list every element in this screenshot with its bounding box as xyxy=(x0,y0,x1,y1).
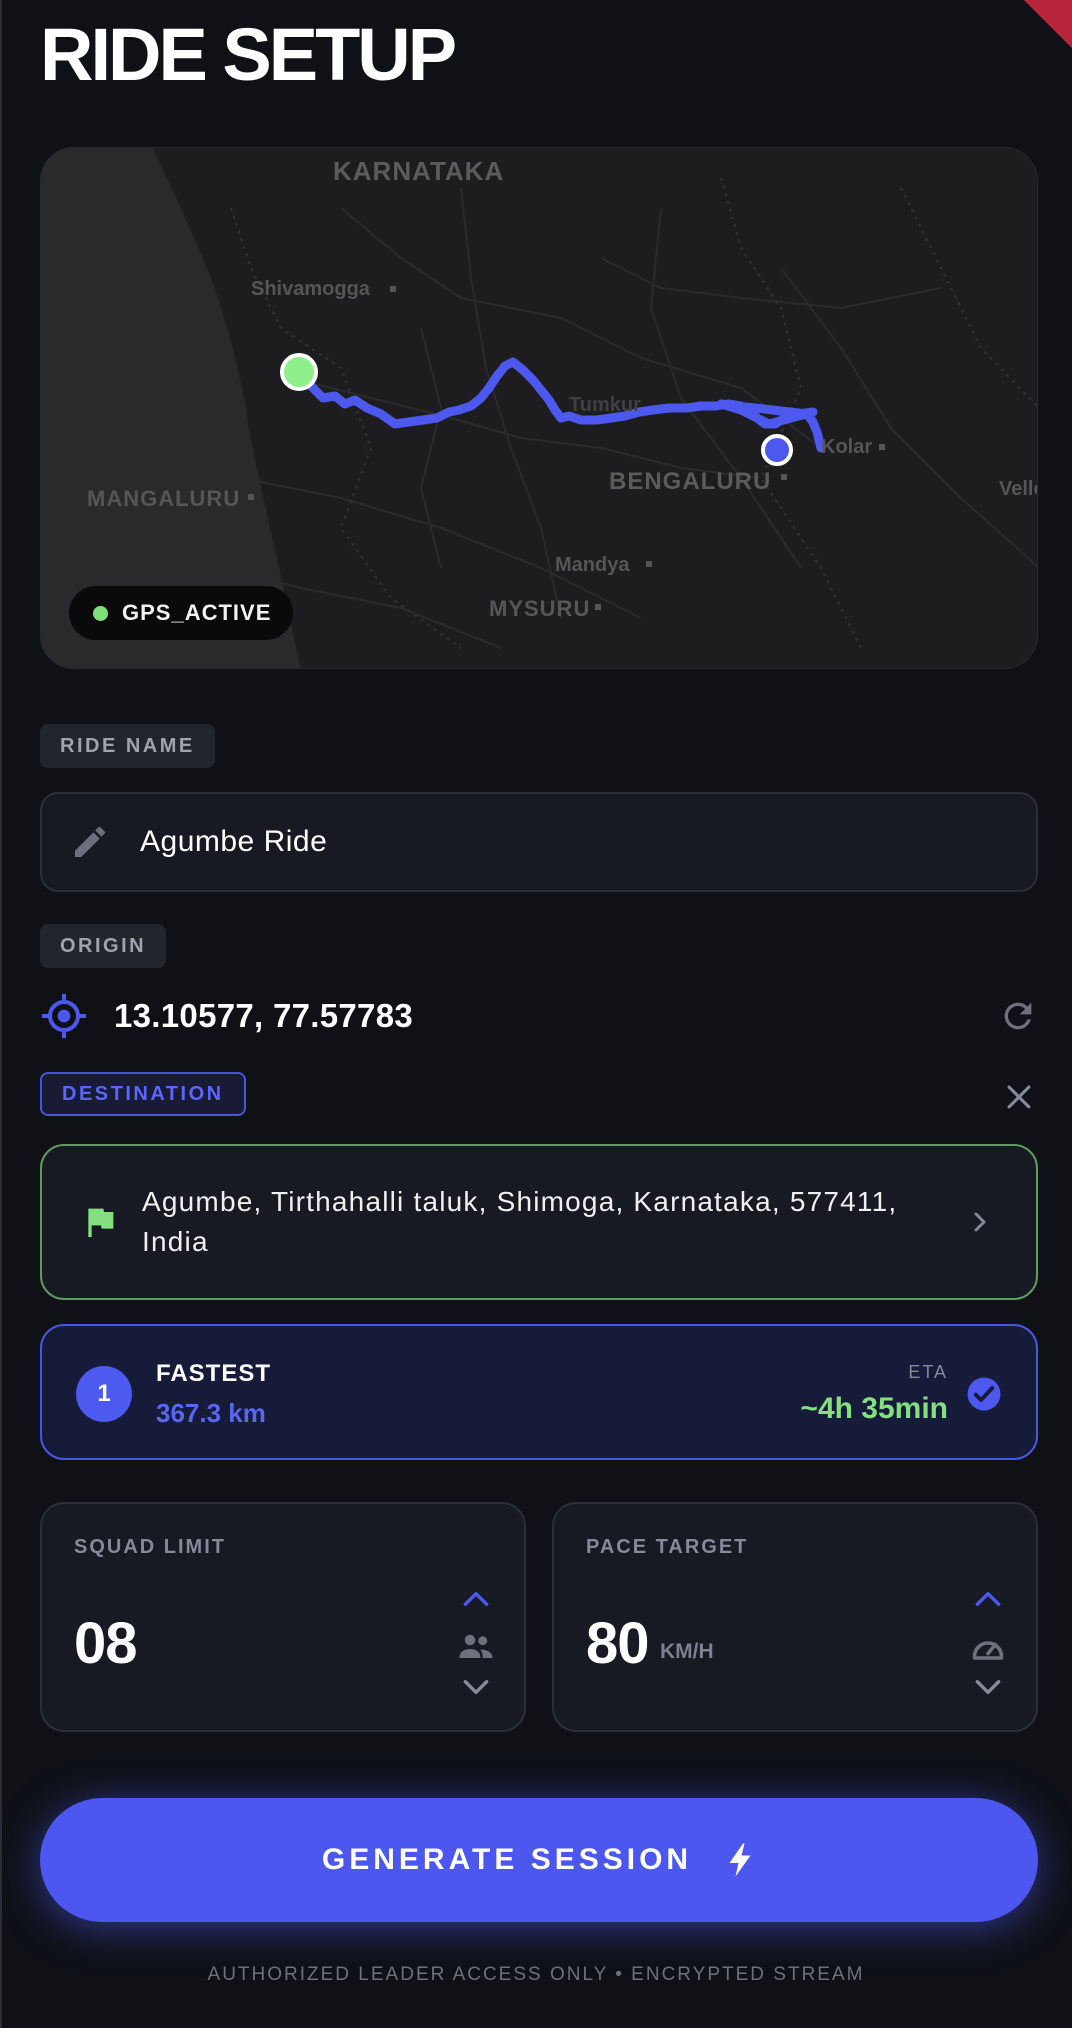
map-label-mysuru: MYSURU xyxy=(489,596,591,621)
gps-status-badge: GPS_ACTIVE xyxy=(69,586,294,640)
ride-name-field[interactable] xyxy=(40,792,1038,892)
pace-target-increase-button[interactable] xyxy=(972,1586,1004,1612)
flag-icon xyxy=(88,1208,114,1237)
eta-label: ETA xyxy=(908,1362,948,1382)
map-label-kolar: Kolar xyxy=(821,436,873,458)
pencil-icon xyxy=(75,826,106,857)
squad-limit-card: SQUAD LIMIT 08 xyxy=(40,1502,526,1732)
window-edge xyxy=(0,0,2,2028)
pace-target-card: PACE TARGET 80 KM/H xyxy=(552,1502,1038,1732)
pace-target-unit: KM/H xyxy=(660,1640,714,1663)
origin-coordinates: 13.10577, 77.57783 xyxy=(114,997,414,1034)
origin-label: ORIGIN xyxy=(40,924,167,968)
start-marker xyxy=(280,353,318,391)
pace-target-decrease-button[interactable] xyxy=(972,1674,1004,1700)
map-label-vellore: Vello xyxy=(999,478,1037,500)
map-label-mangaluru: MANGALURU xyxy=(87,486,241,511)
page-title: RIDE SETUP xyxy=(40,13,457,96)
squad-limit-decrease-button[interactable] xyxy=(460,1674,492,1700)
corner-indicator xyxy=(1023,0,1072,49)
origin-row: 13.10577, 77.57783 xyxy=(40,988,1038,1044)
generate-session-button[interactable]: GENERATE SESSION xyxy=(40,1798,1038,1922)
speedometer-icon xyxy=(972,1641,1004,1660)
chevron-right-icon xyxy=(974,1212,986,1232)
route-distance: 367.3 km xyxy=(156,1398,266,1428)
pace-target-value: 80 xyxy=(586,1611,650,1676)
refresh-icon[interactable] xyxy=(998,996,1038,1036)
map-label-mandya: Mandya xyxy=(555,554,630,576)
generate-session-label: GENERATE SESSION xyxy=(321,1843,693,1876)
destination-label: DESTINATION xyxy=(40,1072,246,1116)
users-icon xyxy=(459,1634,493,1658)
ride-name-label: RIDE NAME xyxy=(40,724,215,768)
ride-setup-screen: RIDE SETUP KARNATAKA Shivamogga MANGALUR… xyxy=(0,0,1072,2028)
pace-target-label: PACE TARGET xyxy=(586,1536,749,1558)
route-map[interactable]: KARNATAKA Shivamogga MANGALURU Tumkur BE… xyxy=(40,147,1038,669)
close-icon[interactable] xyxy=(1002,1080,1036,1114)
squad-limit-label: SQUAD LIMIT xyxy=(74,1536,226,1558)
check-circle-icon xyxy=(967,1377,1001,1411)
destination-card[interactable]: Agumbe, Tirthahalli taluk, Shimoga, Karn… xyxy=(40,1144,1038,1300)
ride-name-input[interactable] xyxy=(140,825,940,859)
route-line xyxy=(294,357,826,453)
route-index-badge: 1 xyxy=(76,1366,132,1422)
map-label-shivamogga: Shivamogga xyxy=(251,278,370,300)
map-label-tumkur: Tumkur xyxy=(569,394,641,416)
crosshair-target-icon xyxy=(42,994,86,1038)
eta-value: ~4h 35min xyxy=(800,1392,948,1425)
destination-address: Agumbe, Tirthahalli taluk, Shimoga, Karn… xyxy=(142,1186,898,1257)
squad-limit-value: 08 xyxy=(74,1611,138,1676)
squad-limit-increase-button[interactable] xyxy=(460,1586,492,1612)
lightning-bolt-icon xyxy=(729,1843,751,1877)
footer-notice: AUTHORIZED LEADER ACCESS ONLY • ENCRYPTE… xyxy=(207,1964,865,1985)
route-option-fastest[interactable]: 1 FASTEST 367.3 km ETA ~4h 35min xyxy=(40,1324,1038,1460)
gps-status-text: GPS_ACTIVE xyxy=(122,600,272,625)
map-label-karnataka: KARNATAKA xyxy=(333,156,505,186)
gps-status-dot xyxy=(93,605,108,621)
map-label-bengaluru: BENGALURU xyxy=(609,468,772,495)
route-name: FASTEST xyxy=(156,1360,272,1387)
end-marker xyxy=(761,434,793,466)
